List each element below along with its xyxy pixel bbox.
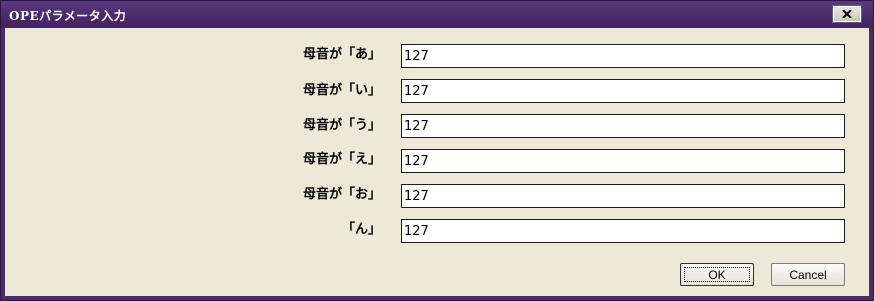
label-vowel-a: 母音が「あ」: [302, 47, 381, 62]
label-vowel-o: 母音が「お」: [302, 187, 381, 202]
label-n: 「ん」: [341, 222, 381, 237]
vowel-o-input[interactable]: [401, 184, 845, 208]
cancel-button[interactable]: Cancel: [771, 263, 845, 286]
focus-ring: [684, 267, 750, 282]
dialog-body: 母音が「あ」 母音が「い」 母音が「う」 母音が「え」 母音が「お」 「ん」 O…: [5, 28, 869, 296]
label-vowel-e: 母音が「え」: [302, 152, 381, 167]
ok-button[interactable]: OK: [680, 263, 754, 286]
n-input[interactable]: [401, 219, 845, 243]
vowel-i-input[interactable]: [401, 79, 845, 103]
vowel-e-input[interactable]: [401, 149, 845, 173]
close-button[interactable]: [832, 5, 862, 23]
window-title: OPEパラメータ入力: [9, 9, 127, 23]
close-icon: [842, 10, 852, 18]
dialog-window: OPEパラメータ入力 母音が「あ」 母音が「い」 母音が「う」 母音が「え」 母…: [0, 0, 874, 301]
vowel-u-input[interactable]: [401, 114, 845, 138]
title-bar[interactable]: OPEパラメータ入力: [1, 1, 873, 28]
cancel-button-label: Cancel: [789, 267, 827, 282]
label-vowel-u: 母音が「う」: [302, 118, 381, 133]
label-vowel-i: 母音が「い」: [302, 83, 381, 98]
vowel-a-input[interactable]: [401, 44, 845, 68]
